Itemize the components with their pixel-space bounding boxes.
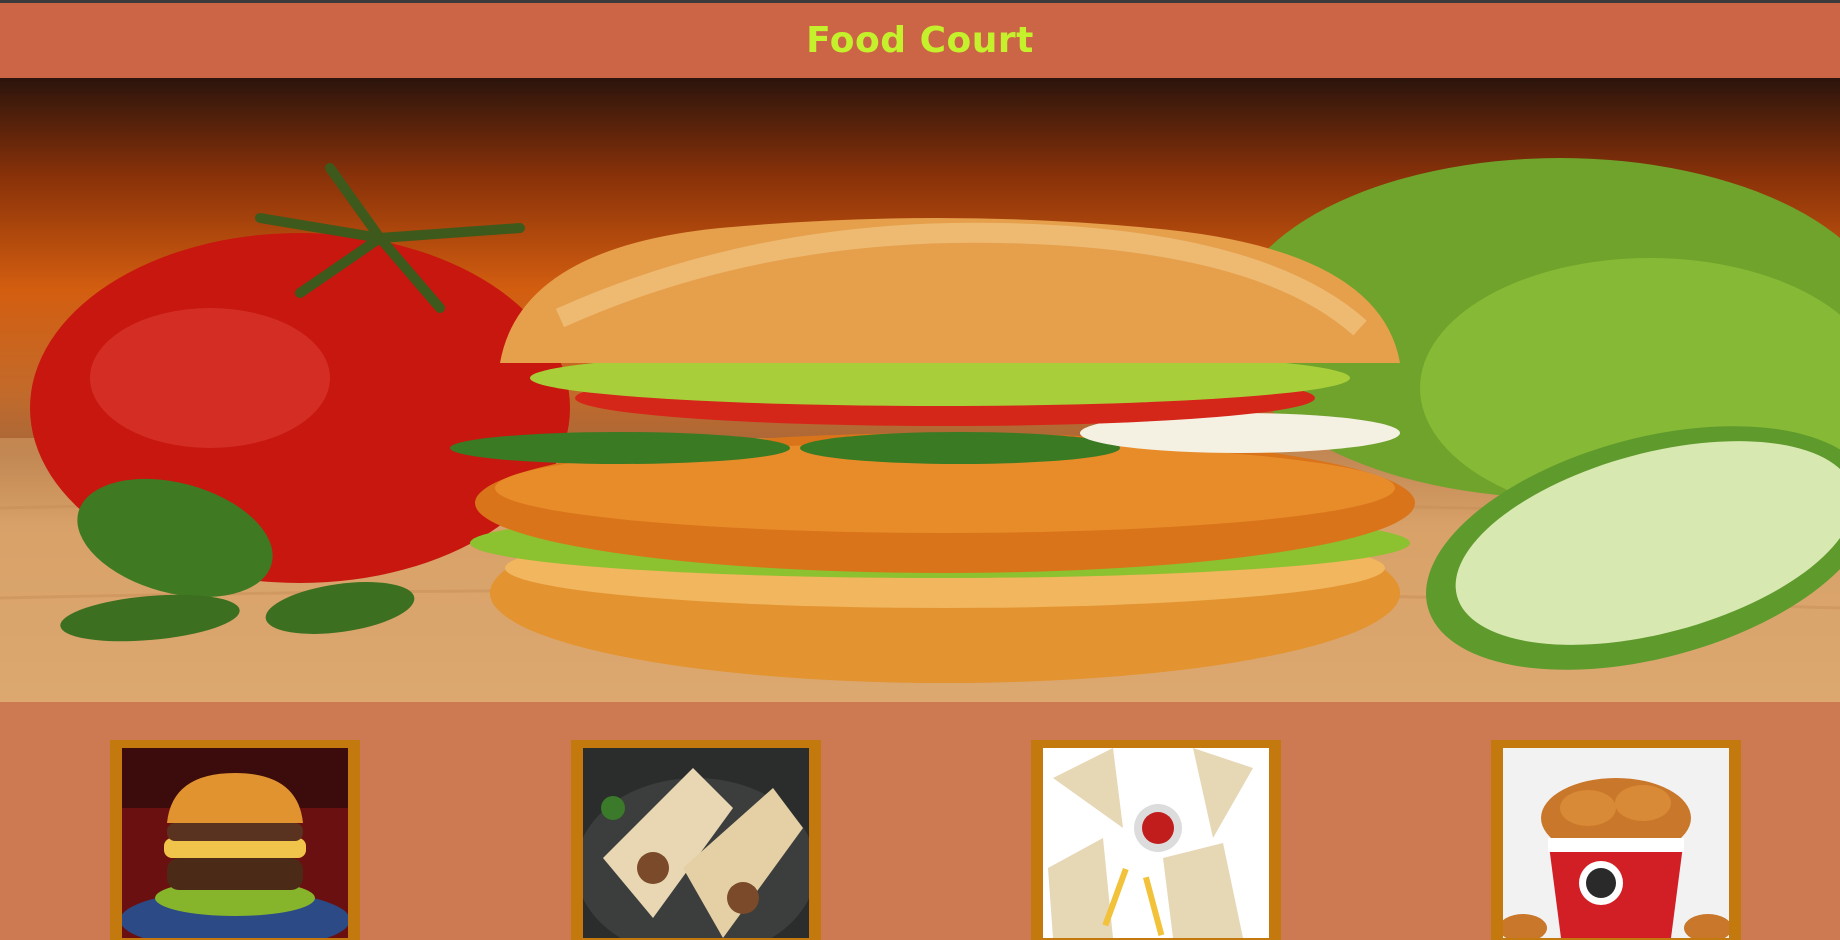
site-header: Food Court <box>0 3 1840 78</box>
food-card-image <box>122 748 348 938</box>
food-card-image <box>1043 748 1269 938</box>
food-card-image <box>583 748 809 938</box>
food-cards <box>0 702 1840 940</box>
page-title: Food Court <box>806 20 1034 61</box>
wraps-image <box>583 748 809 938</box>
food-card-burger[interactable] <box>110 740 360 940</box>
hero-banner <box>0 78 1840 702</box>
food-card-image <box>1503 748 1729 938</box>
burger-image <box>122 748 348 938</box>
fried-chicken-image <box>1503 748 1729 938</box>
hero-burger-image <box>0 158 1840 702</box>
sandwiches-image <box>1043 748 1269 938</box>
food-card-fried-chicken[interactable] <box>1491 740 1741 940</box>
food-card-sandwiches[interactable] <box>1031 740 1281 940</box>
food-card-wraps[interactable] <box>571 740 821 940</box>
